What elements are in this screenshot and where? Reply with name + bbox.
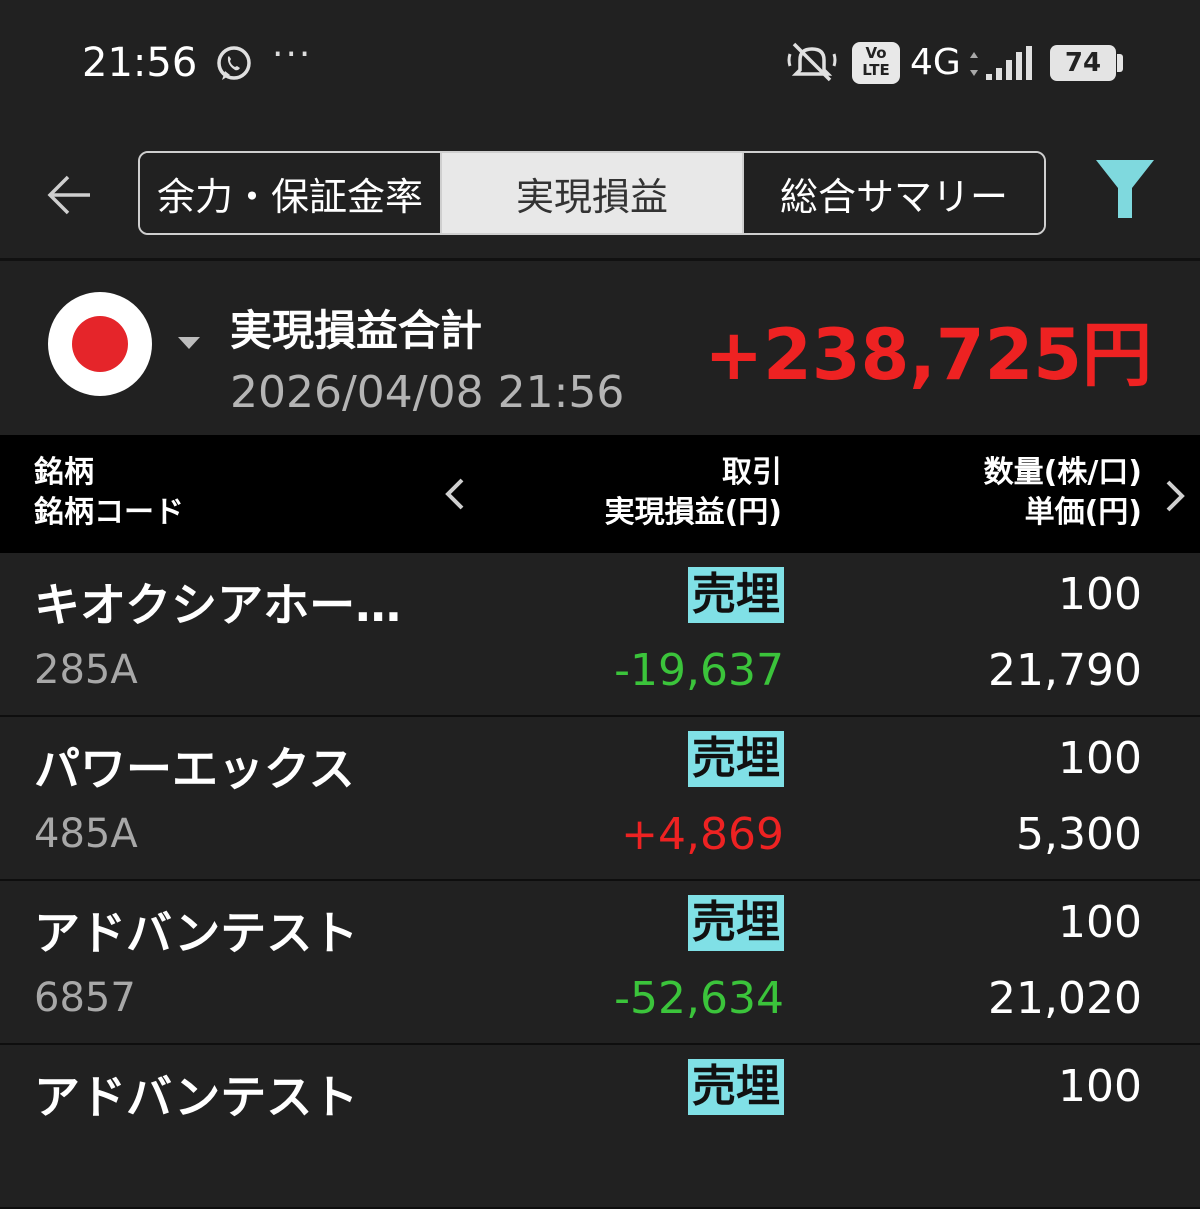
table-row[interactable]: キオクシアホー… 285A 売埋 -19,637 100 21,790 — [0, 553, 1200, 717]
col-unit-price: 単価(円) — [1024, 495, 1142, 530]
row-trade-type: 売埋 — [688, 731, 784, 787]
volte-bottom: LTE — [862, 61, 890, 79]
row-stock-code: 6857 — [34, 975, 136, 1021]
chevron-down-icon[interactable] — [176, 335, 202, 351]
flag-dot — [72, 316, 128, 372]
signal-icon — [970, 46, 1032, 80]
row-quantity: 100 — [1058, 569, 1142, 620]
volte-badge: Vo LTE — [852, 42, 900, 84]
tab-realized-pl[interactable]: 実現損益 — [440, 153, 742, 233]
summary-total: +238,725円 — [704, 314, 1152, 396]
col-realized-pl: 実現損益(円) — [604, 495, 782, 530]
row-quantity: 100 — [1058, 733, 1142, 784]
row-quantity: 100 — [1058, 1061, 1142, 1112]
row-trade-type: 売埋 — [688, 567, 784, 623]
table-row[interactable]: アドバンテスト 6857 売埋 -52,634 100 21,020 — [0, 881, 1200, 1045]
col-header-right: 数量(株/口) 単価(円) — [984, 453, 1142, 533]
row-unit-price: 21,020 — [988, 973, 1142, 1024]
tab-bar: 余力・保証金率 実現損益 総合サマリー — [138, 151, 1046, 235]
status-bar: 21:56 ··· Vo LTE 4G 74 — [0, 0, 1200, 130]
chevron-right-icon[interactable] — [1164, 479, 1186, 513]
row-stock-name: パワーエックス — [34, 742, 355, 796]
status-time: 21:56 — [82, 40, 198, 86]
row-trade-type: 売埋 — [688, 895, 784, 951]
japan-flag-icon[interactable] — [48, 292, 152, 396]
row-stock-name: アドバンテスト — [34, 906, 359, 960]
row-stock-code: 485A — [34, 811, 138, 857]
back-arrow-icon[interactable] — [46, 172, 94, 218]
col-symbol-code: 銘柄コード — [34, 495, 184, 530]
tab-margin-ratio[interactable]: 余力・保証金率 — [140, 153, 440, 233]
row-trade-type: 売埋 — [688, 1059, 784, 1115]
row-realized-pl: -19,637 — [614, 645, 784, 696]
col-quantity: 数量(株/口) — [983, 455, 1142, 490]
row-stock-name: アドバンテスト — [34, 1070, 359, 1124]
chevron-left-icon[interactable] — [444, 477, 466, 511]
table-row[interactable]: パワーエックス 485A 売埋 +4,869 100 5,300 — [0, 717, 1200, 881]
col-header-middle: 取引 実現損益(円) — [605, 453, 782, 533]
col-symbol: 銘柄 — [34, 455, 94, 490]
summary-title: 実現損益合計 — [230, 306, 483, 355]
row-unit-price: 21,790 — [988, 645, 1142, 696]
row-realized-pl: -52,634 — [614, 973, 784, 1024]
table-row[interactable]: アドバンテスト 売埋 100 — [0, 1045, 1200, 1209]
row-stock-code: 285A — [34, 647, 138, 693]
col-trade: 取引 — [722, 455, 782, 490]
volte-top: Vo — [865, 44, 887, 62]
whatsapp-icon — [217, 46, 251, 80]
row-unit-price: 5,300 — [1016, 809, 1142, 860]
summary-datetime: 2026/04/08 21:56 — [230, 367, 625, 418]
mute-icon — [787, 42, 837, 82]
row-realized-pl: +4,869 — [621, 809, 784, 860]
col-header-left: 銘柄 銘柄コード — [34, 453, 184, 533]
column-header: 銘柄 銘柄コード 取引 実現損益(円) 数量(株/口) 単価(円) — [0, 435, 1200, 553]
top-header: 余力・保証金率 実現損益 総合サマリー — [0, 130, 1200, 258]
trade-list: キオクシアホー… 285A 売埋 -19,637 100 21,790 パワーエ… — [0, 553, 1200, 1209]
status-more: ··· — [272, 34, 313, 75]
tab-summary[interactable]: 総合サマリー — [742, 153, 1044, 233]
network-type: 4G — [910, 42, 961, 83]
filter-icon[interactable] — [1092, 156, 1158, 222]
battery-tip — [1117, 54, 1123, 72]
pl-summary: 実現損益合計 2026/04/08 21:56 +238,725円 — [0, 261, 1200, 435]
row-stock-name: キオクシアホー… — [34, 578, 402, 632]
row-quantity: 100 — [1058, 897, 1142, 948]
battery-icon: 74 — [1050, 45, 1116, 81]
